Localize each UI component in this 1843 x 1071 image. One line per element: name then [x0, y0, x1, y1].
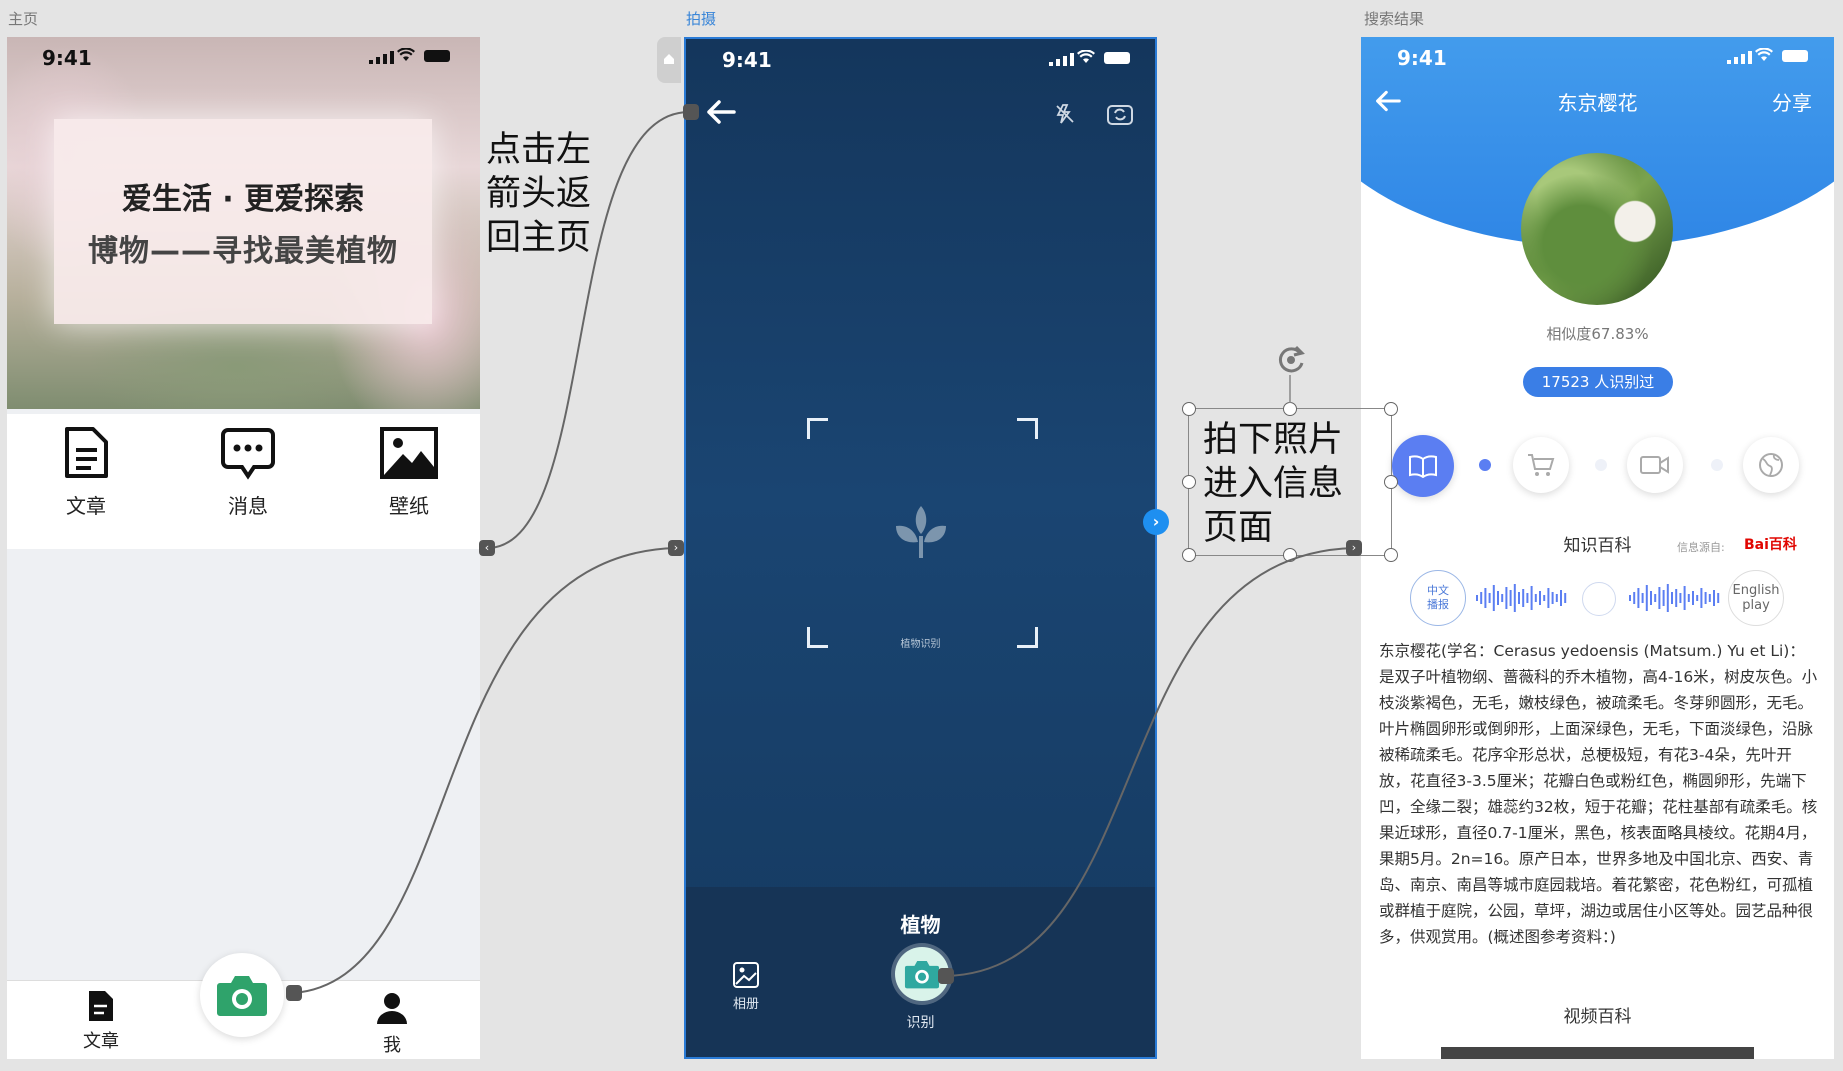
connector-port[interactable]	[683, 104, 699, 120]
connector-port[interactable]: ›	[1346, 540, 1362, 556]
connector-port[interactable]: ›	[668, 540, 684, 556]
flow-connectors	[292, 110, 1355, 994]
connector-port[interactable]: ‹	[479, 540, 495, 556]
connector-port[interactable]	[286, 985, 302, 1001]
connector-port[interactable]	[938, 968, 954, 984]
